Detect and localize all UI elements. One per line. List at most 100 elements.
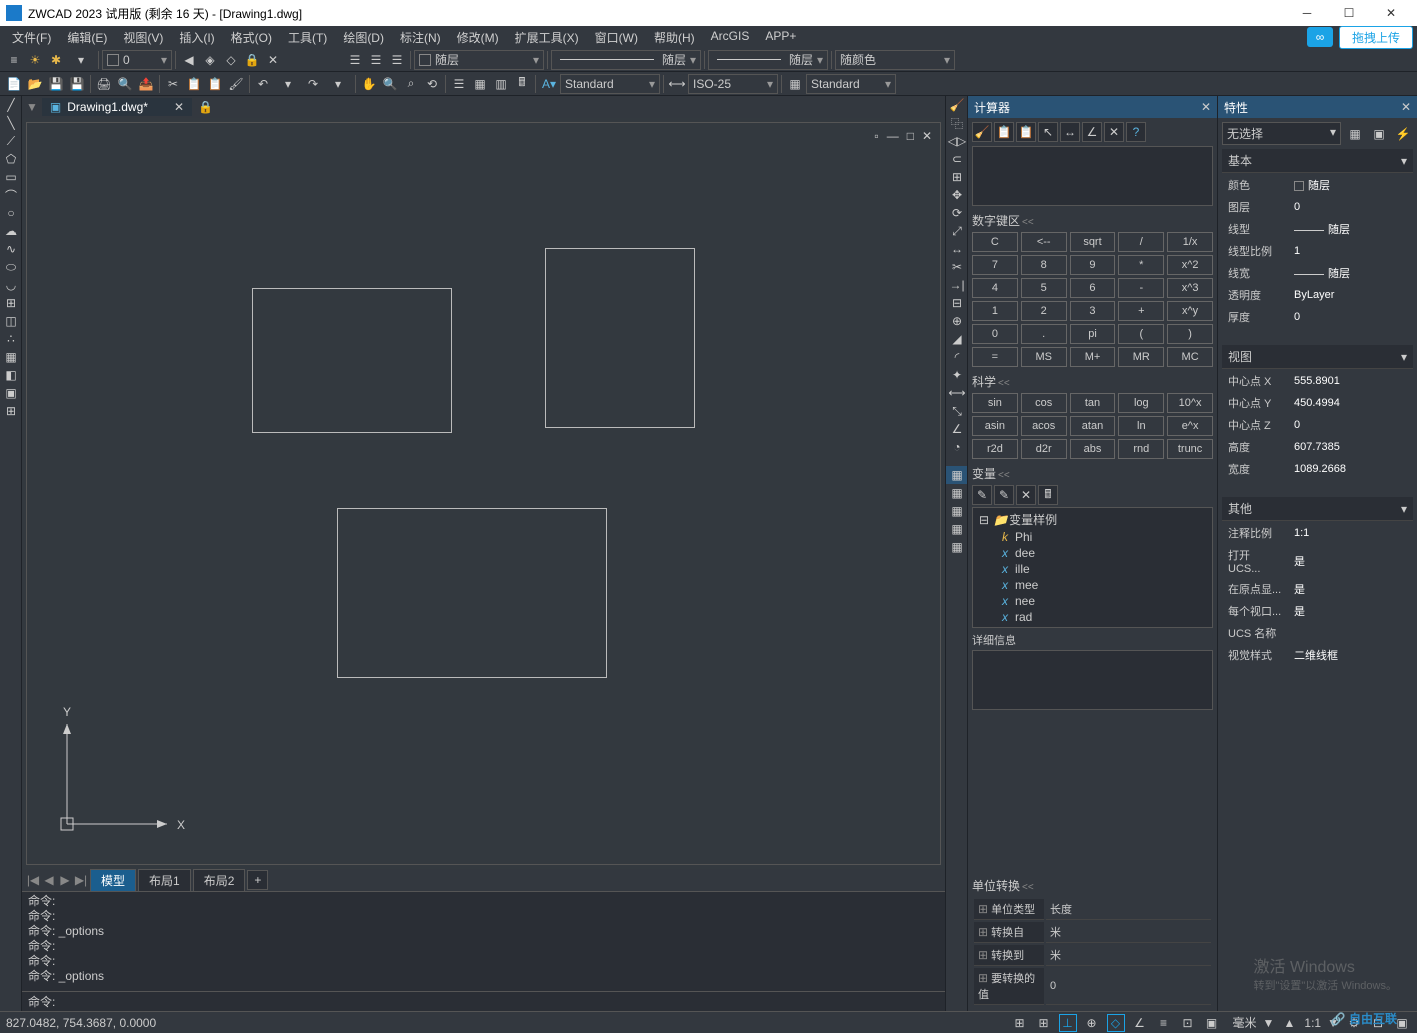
ortho-icon[interactable]: ⊥ xyxy=(1059,1014,1077,1032)
calc-key[interactable]: 9 xyxy=(1070,255,1116,275)
calc-key[interactable]: tan xyxy=(1070,393,1116,413)
preview-icon[interactable]: 🔍 xyxy=(115,74,135,94)
spline-icon[interactable]: ∿ xyxy=(0,240,22,258)
rectangle-entity[interactable] xyxy=(337,508,607,678)
dim-lin-icon[interactable]: ⟷ xyxy=(946,384,968,402)
tab-next-icon[interactable]: ▶ xyxy=(58,873,72,887)
calc-key[interactable]: cos xyxy=(1021,393,1067,413)
undo-list-icon[interactable]: ▾ xyxy=(274,74,302,94)
menu-item[interactable]: 扩展工具(X) xyxy=(507,27,587,48)
calc-key[interactable]: pi xyxy=(1070,324,1116,344)
plotstyle-combo[interactable]: 随颜色▾ xyxy=(835,50,955,70)
calc-get-icon[interactable]: ↖ xyxy=(1038,122,1058,142)
offset-icon[interactable]: ⊂ xyxy=(946,150,968,168)
palette2-icon[interactable]: ▦ xyxy=(946,484,968,502)
model-icon[interactable]: ▣ xyxy=(1203,1014,1221,1032)
calc-key[interactable]: log xyxy=(1118,393,1164,413)
erase-icon[interactable]: 🧹 xyxy=(946,96,968,114)
calc-key[interactable]: 1/x xyxy=(1167,232,1213,252)
stretch-icon[interactable]: ↔ xyxy=(946,240,968,258)
region-icon[interactable]: ▣ xyxy=(0,384,22,402)
menu-item[interactable]: 修改(M) xyxy=(449,27,507,48)
variable-tree[interactable]: ⊟📁变量样例 kPhixdeexillexmeexneexrad xyxy=(972,507,1213,628)
lineweight-combo[interactable]: 随层▾ xyxy=(708,50,828,70)
calc-key[interactable]: acos xyxy=(1021,416,1067,436)
maximize-button[interactable]: ☐ xyxy=(1329,1,1369,25)
section-header[interactable]: 其他▾ xyxy=(1222,497,1413,521)
chamfer-icon[interactable]: ◢ xyxy=(946,330,968,348)
hardware-icon[interactable]: ⊡ xyxy=(1369,1014,1387,1032)
palette3-icon[interactable]: ▦ xyxy=(946,502,968,520)
redo-list-icon[interactable]: ▾ xyxy=(324,74,352,94)
calc-key[interactable]: x^3 xyxy=(1167,278,1213,298)
calc-key[interactable]: ( xyxy=(1118,324,1164,344)
sun-icon[interactable]: ☀ xyxy=(25,50,45,70)
menu-item[interactable]: 编辑(E) xyxy=(59,27,115,48)
property-row[interactable]: 颜色随层 xyxy=(1224,175,1411,195)
property-row[interactable]: 在原点显...是 xyxy=(1224,579,1411,599)
property-row[interactable]: 线型随层 xyxy=(1224,219,1411,239)
calc-dist-icon[interactable]: ↔ xyxy=(1060,122,1080,142)
property-row[interactable]: 高度607.7385 xyxy=(1224,437,1411,457)
layer-prev-icon[interactable]: ◀ xyxy=(179,50,199,70)
menu-item[interactable]: 绘图(D) xyxy=(335,27,392,48)
grid-icon[interactable]: ⊞ xyxy=(1035,1014,1053,1032)
insert-icon[interactable]: ⊞ xyxy=(0,294,22,312)
calc-key[interactable]: r2d xyxy=(972,439,1018,459)
cut-icon[interactable]: ✂ xyxy=(163,74,183,94)
props-icon[interactable]: ☰ xyxy=(449,74,469,94)
revcloud-icon[interactable]: ☁ xyxy=(0,222,22,240)
upload-button[interactable]: 拖拽上传 xyxy=(1339,26,1413,49)
cloud-icon[interactable]: ∞ xyxy=(1307,27,1333,47)
property-row[interactable]: 中心点 Y450.4994 xyxy=(1224,393,1411,413)
tab-first-icon[interactable]: |◀ xyxy=(26,873,40,887)
menu-item[interactable]: ArcGIS xyxy=(703,27,758,48)
calc-key[interactable]: 1 xyxy=(972,301,1018,321)
move-icon[interactable]: ✥ xyxy=(946,186,968,204)
menu-item[interactable]: 视图(V) xyxy=(115,27,171,48)
calc-key[interactable]: 4 xyxy=(972,278,1018,298)
saveas-icon[interactable]: 💾 xyxy=(67,74,87,94)
tab-prev-icon[interactable]: ◀ xyxy=(42,873,56,887)
tree-item[interactable]: xille xyxy=(975,561,1210,577)
calc-key[interactable]: atan xyxy=(1070,416,1116,436)
lwt-icon[interactable]: ≡ xyxy=(1155,1014,1173,1032)
property-row[interactable]: 线宽随层 xyxy=(1224,263,1411,283)
tablestyle-combo[interactable]: Standard▾ xyxy=(806,74,896,94)
clean-icon[interactable]: ▣ xyxy=(1393,1014,1411,1032)
rotate-icon[interactable]: ⟳ xyxy=(946,204,968,222)
dimstyle-combo[interactable]: ISO-25▾ xyxy=(688,74,778,94)
polar-icon[interactable]: ⊕ xyxy=(1083,1014,1101,1032)
var-del-icon[interactable]: ✕ xyxy=(1016,485,1036,505)
mdi-min-icon[interactable]: — xyxy=(887,129,899,143)
units-label[interactable]: 毫米 xyxy=(1233,1014,1257,1031)
section-header[interactable]: 视图▾ xyxy=(1222,345,1413,369)
calc-key[interactable]: asin xyxy=(972,416,1018,436)
var-calc-icon[interactable]: 🖩 xyxy=(1038,485,1058,505)
snap-icon[interactable]: ⊞ xyxy=(1011,1014,1029,1032)
linetype-combo[interactable]: 随层▾ xyxy=(551,50,701,70)
property-row[interactable]: UCS 名称 xyxy=(1224,623,1411,643)
gradient-icon[interactable]: ◧ xyxy=(0,366,22,384)
workspace-icon[interactable]: ⚙ xyxy=(1345,1014,1363,1032)
menu-item[interactable]: 文件(F) xyxy=(4,27,59,48)
tab-last-icon[interactable]: ▶| xyxy=(74,873,88,887)
layer-off-icon[interactable]: ◇ xyxy=(221,50,241,70)
rectangle-entity[interactable] xyxy=(252,288,452,433)
menu-item[interactable]: 窗口(W) xyxy=(587,27,646,48)
calc-key[interactable]: 6 xyxy=(1070,278,1116,298)
panel-close-icon[interactable]: ✕ xyxy=(1401,100,1411,114)
property-row[interactable]: 每个视口...是 xyxy=(1224,601,1411,621)
arc-icon[interactable]: ⌒ xyxy=(0,186,22,204)
var-edit-icon[interactable]: ✎ xyxy=(994,485,1014,505)
zoom-rt-icon[interactable]: 🔍 xyxy=(380,74,400,94)
calc-key[interactable]: * xyxy=(1118,255,1164,275)
ellipse-icon[interactable]: ⬭ xyxy=(0,258,22,276)
calc-key[interactable]: . xyxy=(1021,324,1067,344)
calc-key[interactable]: 7 xyxy=(972,255,1018,275)
tab-layout2[interactable]: 布局2 xyxy=(193,869,246,892)
calc-key[interactable]: 2 xyxy=(1021,301,1067,321)
point-icon[interactable]: ∴ xyxy=(0,330,22,348)
dim-ang-icon[interactable]: ∠ xyxy=(946,420,968,438)
menu-item[interactable]: 工具(T) xyxy=(280,27,335,48)
